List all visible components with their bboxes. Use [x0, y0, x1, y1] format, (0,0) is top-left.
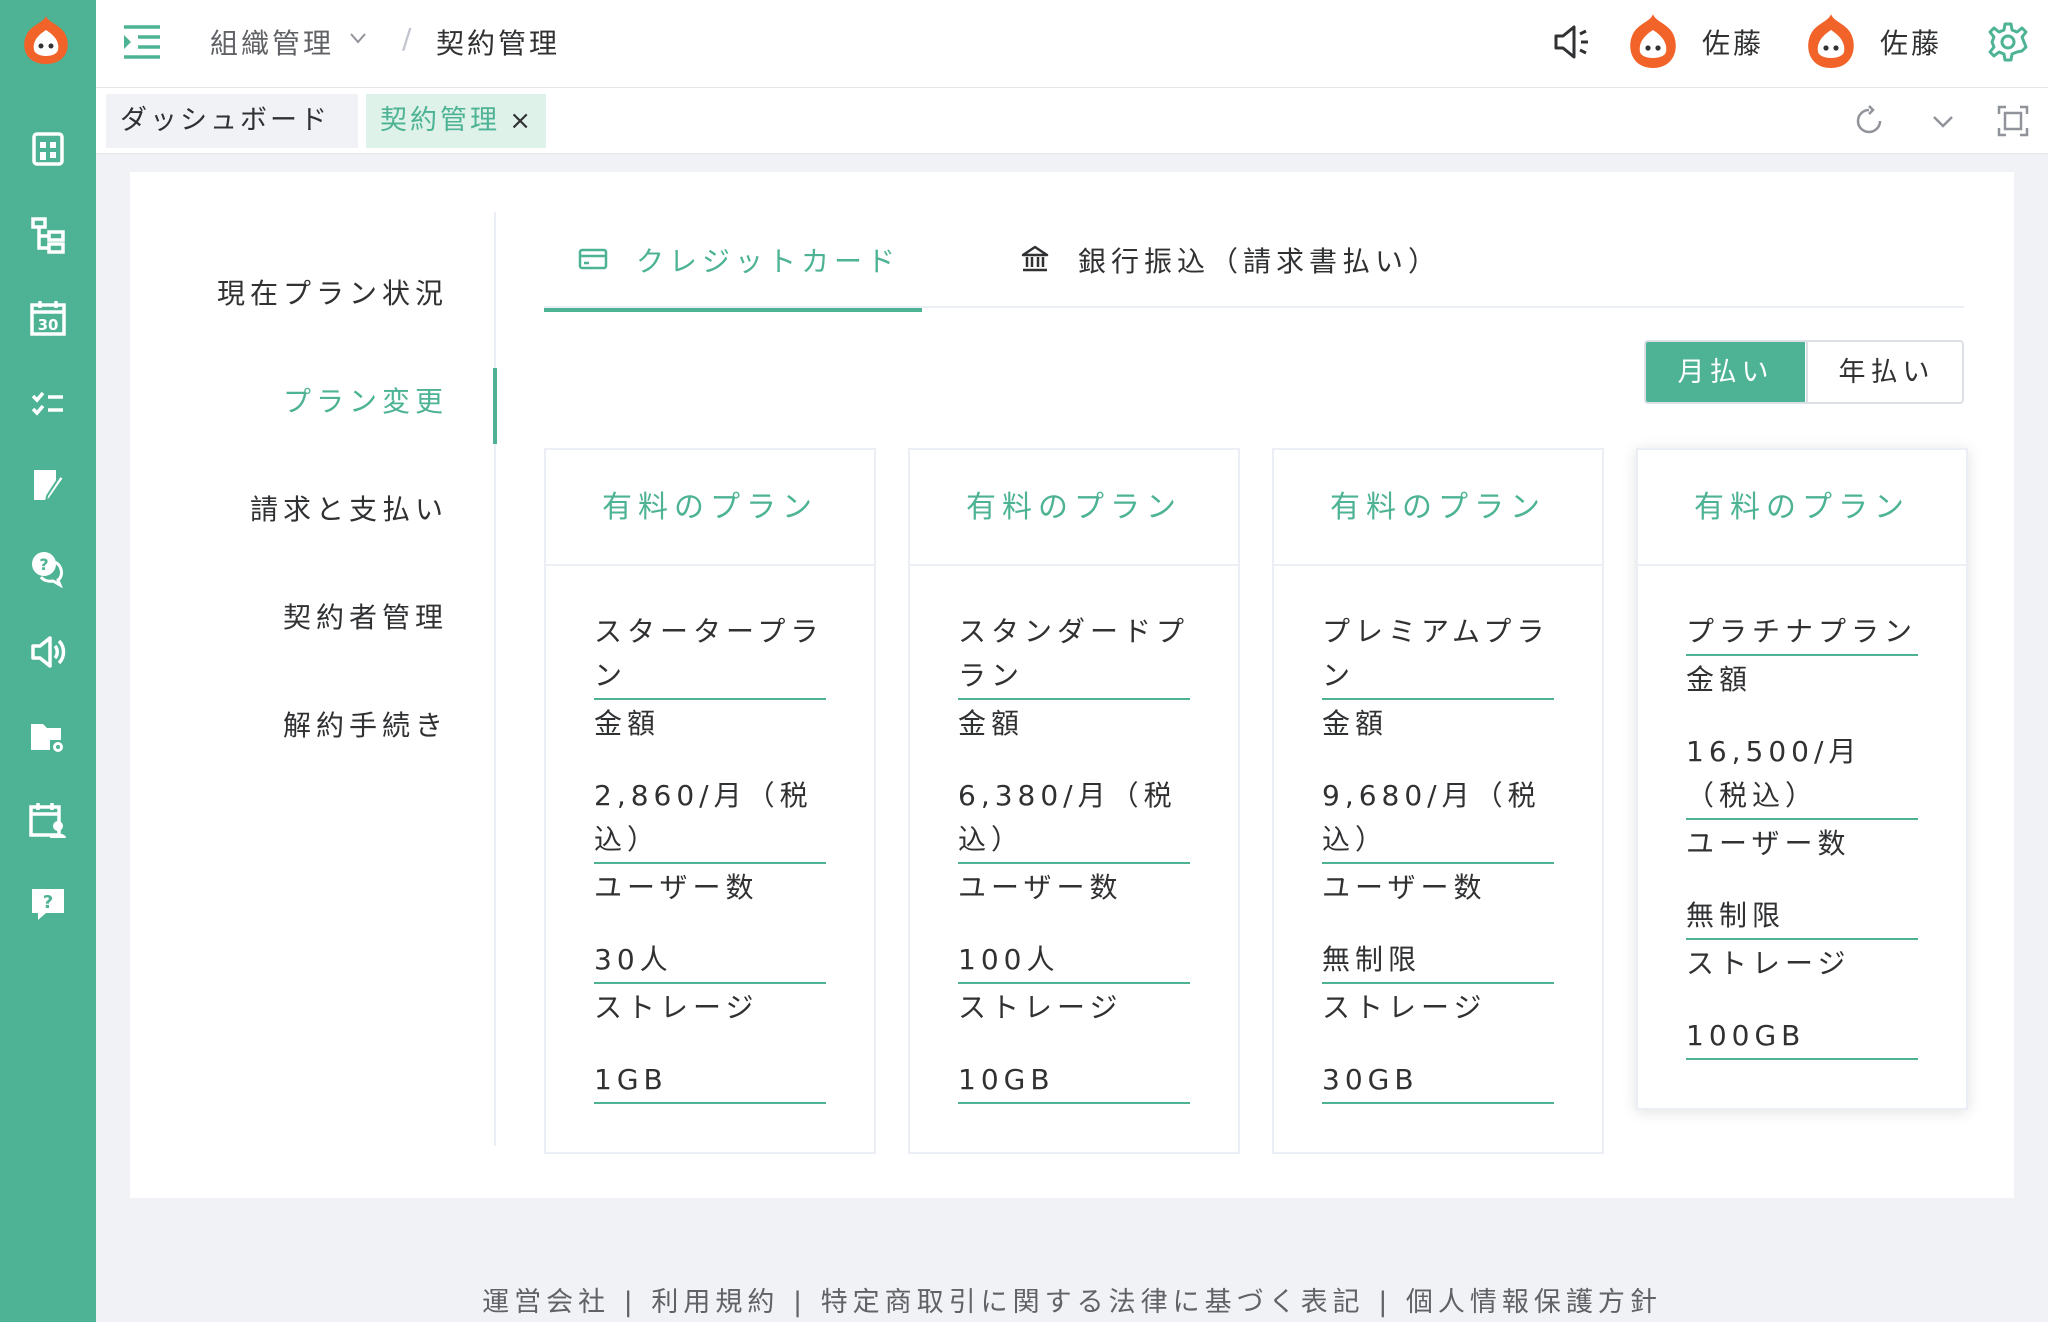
avatar[interactable] [1626, 12, 1680, 70]
svg-text:?: ? [43, 892, 53, 913]
users-label: ユーザー数 [594, 871, 759, 904]
header: 組織管理 / 契約管理 佐藤 佐藤 [96, 0, 2048, 88]
edit-doc-icon[interactable] [28, 466, 68, 506]
refresh-icon[interactable] [1852, 104, 1886, 138]
plan-users: 無制限 [1322, 938, 1554, 984]
svg-text:30: 30 [38, 316, 59, 334]
plan-card-starter[interactable]: 有料のプラン スタータープラン 金額 2,860/月（税込） ユーザー数 30人… [544, 448, 876, 1154]
menu-toggle-icon[interactable] [122, 24, 162, 60]
plan-storage: 10GB [958, 1058, 1190, 1104]
megaphone-icon[interactable] [1552, 22, 1592, 62]
contract-nav: 現在プラン状況 プラン変更 請求と支払い 契約者管理 解約手続き [130, 212, 497, 1146]
plan-card-header: 有料のプラン [910, 450, 1238, 566]
card-icon [578, 248, 608, 270]
checklist-icon[interactable] [28, 382, 68, 422]
users-label: ユーザー数 [1686, 827, 1851, 860]
tab-active-underline [544, 308, 922, 312]
plan-card-premium[interactable]: 有料のプラン プレミアムプラン 金額 9,680/月（税込） ユーザー数 無制限… [1272, 448, 1604, 1154]
breadcrumb-current: 契約管理 [436, 27, 561, 60]
chat-help-icon[interactable]: ? [28, 548, 68, 589]
nav-plan-change[interactable]: プラン変更 [283, 380, 448, 420]
plan-users: 30人 [594, 938, 826, 984]
plan-users: 100人 [958, 938, 1190, 984]
plan-card-header: 有料のプラン [1274, 450, 1602, 566]
sidebar: 30 ? ? [0, 0, 96, 1322]
users-label: ユーザー数 [1322, 871, 1487, 904]
tab-label: 銀行振込（請求書払い） [1078, 245, 1442, 278]
storage-label: ストレージ [594, 991, 759, 1024]
help-icon[interactable]: ? [28, 884, 68, 924]
plan-card-header: 有料のプラン [546, 450, 874, 566]
nav-contractor[interactable]: 契約者管理 [283, 596, 448, 636]
close-icon[interactable]: × [509, 94, 534, 148]
tag-dashboard[interactable]: ダッシュボード [106, 94, 358, 148]
payment-tabs: クレジットカード 銀行振込（請求書払い） [544, 212, 1964, 312]
user-name[interactable]: 佐藤 [1702, 22, 1764, 62]
breadcrumb-separator: / [402, 22, 415, 55]
org-chart-icon[interactable] [28, 214, 68, 254]
breadcrumb-org[interactable]: 組織管理 [210, 22, 334, 62]
storage-label: ストレージ [958, 991, 1123, 1024]
plan-card-platinum[interactable]: 有料のプラン プラチナプラン 金額 16,500/月（税込） ユーザー数 無制限… [1636, 448, 1968, 1110]
tags-bar: ダッシュボード 契約管理 × [96, 88, 2048, 154]
plan-card-header: 有料のプラン [1638, 450, 1966, 566]
storage-label: ストレージ [1686, 947, 1851, 980]
building-icon[interactable] [28, 128, 68, 168]
user-name[interactable]: 佐藤 [1880, 22, 1942, 62]
price-label: 金額 [1686, 663, 1753, 696]
gear-icon[interactable] [1986, 20, 2030, 64]
avatar[interactable] [1804, 12, 1858, 70]
plan-name: プレミアムプラン [1322, 610, 1554, 700]
plan-storage: 100GB [1686, 1014, 1918, 1060]
schedule-user-icon[interactable] [28, 800, 68, 840]
nav-cancel[interactable]: 解約手続き [283, 704, 448, 744]
tag-label: ダッシュボード [120, 105, 330, 136]
tab-credit-card[interactable]: クレジットカード [544, 240, 922, 312]
storage-label: ストレージ [1322, 991, 1487, 1024]
plan-name: スタンダードプラン [958, 610, 1190, 700]
plan-price: 16,500/月（税込） [1686, 730, 1918, 820]
speaker-icon[interactable] [28, 632, 68, 672]
logo-icon[interactable] [18, 12, 74, 68]
plan-name: プラチナプラン [1686, 610, 1918, 656]
footer-links[interactable]: 運営会社 | 利用規約 | 特定商取引に関する法律に基づく表記 | 個人情報保護… [96, 1280, 2048, 1319]
calendar-icon[interactable]: 30 [28, 298, 68, 338]
plan-storage: 30GB [1322, 1058, 1554, 1104]
folder-settings-icon[interactable] [28, 716, 68, 756]
users-label: ユーザー数 [958, 871, 1123, 904]
fullscreen-icon[interactable] [1996, 104, 2030, 138]
svg-text:?: ? [39, 555, 48, 574]
nav-billing[interactable]: 請求と支払い [250, 488, 448, 528]
nav-current-plan[interactable]: 現在プラン状況 [217, 272, 448, 312]
main-card: 現在プラン状況 プラン変更 請求と支払い 契約者管理 解約手続き クレジットカー… [130, 172, 2014, 1198]
price-label: 金額 [594, 707, 661, 740]
price-label: 金額 [958, 707, 1025, 740]
plan-storage: 1GB [594, 1058, 826, 1104]
tab-label: クレジットカード [636, 245, 901, 278]
chevron-down-icon[interactable] [1926, 104, 1960, 138]
price-label: 金額 [1322, 707, 1389, 740]
plan-price: 2,860/月（税込） [594, 774, 826, 864]
plan-card-standard[interactable]: 有料のプラン スタンダードプラン 金額 6,380/月（税込） ユーザー数 10… [908, 448, 1240, 1154]
plan-users: 無制限 [1686, 894, 1918, 940]
plan-price: 9,680/月（税込） [1322, 774, 1554, 864]
tag-label: 契約管理 [380, 105, 500, 136]
tag-contract[interactable]: 契約管理 × [366, 94, 546, 148]
billing-cycle-toggle: 月払い 年払い [1644, 340, 1964, 404]
yearly-button[interactable]: 年払い [1806, 342, 1962, 402]
chevron-down-icon[interactable] [348, 28, 368, 48]
monthly-button[interactable]: 月払い [1646, 342, 1805, 402]
plan-name: スタータープラン [594, 610, 826, 700]
plan-price: 6,380/月（税込） [958, 774, 1190, 864]
bank-icon [1021, 245, 1049, 272]
nav-active-indicator [493, 368, 497, 444]
